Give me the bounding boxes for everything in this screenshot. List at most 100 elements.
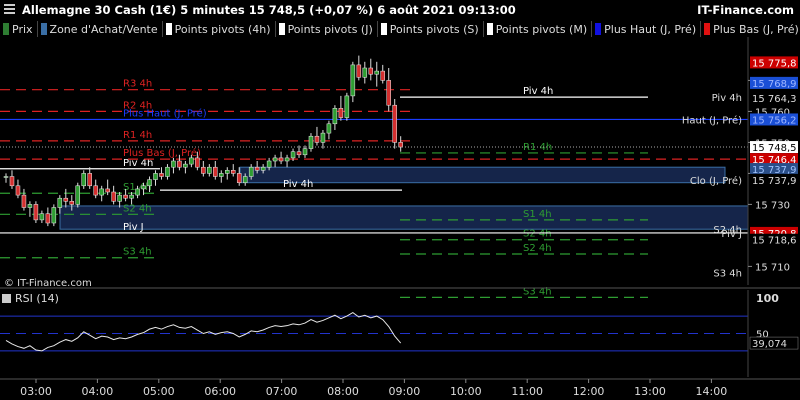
x-tick-label: 13:00 bbox=[634, 385, 666, 398]
candle-body bbox=[189, 157, 194, 165]
price-box-label: 15 718,6 bbox=[752, 236, 797, 247]
candle-body bbox=[129, 194, 134, 199]
candle-body bbox=[93, 185, 98, 196]
rsi-tick-label: 100 bbox=[756, 292, 779, 305]
x-tick-label: 11:00 bbox=[511, 385, 543, 398]
candle-body bbox=[290, 151, 296, 159]
candle-body bbox=[266, 160, 272, 168]
candle-body bbox=[398, 142, 403, 148]
candle-body bbox=[296, 151, 302, 156]
legend-label: Plus Haut (J, Pré) bbox=[604, 22, 697, 36]
legend-item[interactable]: Points pivots (S) bbox=[378, 21, 484, 37]
legend-item[interactable]: Points pivots (M) bbox=[484, 21, 593, 37]
pivot-level-label: S2 4h bbox=[523, 243, 552, 254]
pivot-level-label: S1 4h bbox=[523, 209, 552, 220]
candle-body bbox=[57, 197, 63, 208]
price-box-label: 15 768,9 bbox=[752, 79, 797, 90]
x-tick-label: 04:00 bbox=[82, 385, 114, 398]
price-box-label: 15 756,2 bbox=[752, 115, 797, 126]
legend-item[interactable]: Plus Haut (J, Pré) bbox=[592, 21, 702, 37]
candle-body bbox=[63, 197, 69, 202]
legend-item[interactable]: Points pivots (J) bbox=[276, 21, 378, 37]
candle-body bbox=[9, 176, 15, 187]
pivot-level-label: S3 4h bbox=[123, 247, 152, 258]
candle-body bbox=[213, 166, 218, 177]
x-tick-label: 10:00 bbox=[450, 385, 482, 398]
candle-body bbox=[254, 166, 260, 171]
legend-item[interactable]: Points pivots (4h) bbox=[163, 21, 276, 37]
candle-body bbox=[314, 135, 320, 143]
candle-body bbox=[380, 70, 385, 81]
legend-swatch-icon bbox=[165, 23, 172, 35]
candle-body bbox=[51, 207, 57, 224]
legend-item[interactable]: Zone d'Achat/Vente bbox=[38, 21, 163, 37]
buy-sell-zone bbox=[59, 205, 749, 230]
level-right-label: S3 4h bbox=[713, 269, 742, 280]
candle-body bbox=[15, 185, 21, 196]
candle-body bbox=[338, 108, 344, 118]
pivot-level-label: R3 4h bbox=[123, 79, 152, 90]
candle-body bbox=[111, 191, 116, 202]
candle-body bbox=[147, 179, 152, 187]
candle-body bbox=[87, 173, 92, 187]
brand-name: IT-Finance.com bbox=[697, 3, 794, 17]
candle-body bbox=[135, 188, 140, 196]
pivot-level-label: Piv 4h bbox=[283, 179, 313, 190]
candle-body bbox=[260, 166, 266, 171]
candle-body bbox=[242, 176, 248, 183]
pivot-level-label: Piv 4h bbox=[523, 86, 553, 97]
candle-body bbox=[117, 194, 122, 202]
legend-label: Points pivots (M) bbox=[495, 22, 588, 36]
rsi-panel-label: RSI (14) bbox=[2, 292, 59, 305]
legend-label: Points pivots (4h) bbox=[174, 22, 271, 36]
legend-swatch-icon bbox=[704, 23, 711, 35]
price-chart[interactable]: R3 4hR2 4hR1 4hPiv 4hPiv 4hPiv 4hS1 4hS2… bbox=[0, 37, 800, 400]
candle-body bbox=[386, 80, 391, 106]
candle-body bbox=[326, 123, 332, 134]
candle-body bbox=[225, 170, 230, 174]
level-right-label: Piv 4h bbox=[712, 93, 742, 104]
candle-body bbox=[362, 67, 368, 78]
rsi-value-label: 39,074 bbox=[752, 339, 787, 350]
pivot-level-label: Piv J bbox=[123, 222, 144, 233]
legend-item[interactable]: Plus Bas (J, Pré) bbox=[701, 21, 800, 37]
candle-body bbox=[183, 163, 188, 168]
menu-icon[interactable] bbox=[4, 4, 15, 15]
legend-item[interactable]: Prix bbox=[0, 21, 38, 37]
candle-body bbox=[39, 213, 45, 221]
candle-body bbox=[141, 185, 146, 190]
legend-label: Points pivots (J) bbox=[287, 22, 373, 36]
rsi-label-text: RSI (14) bbox=[15, 292, 59, 305]
pivot-level-label: Plus Haut (J, Pré) bbox=[123, 107, 207, 119]
candle-body bbox=[344, 95, 350, 118]
candle-body bbox=[236, 173, 242, 183]
candle-body bbox=[45, 213, 51, 224]
pivot-level-label: R1 4h bbox=[123, 130, 152, 141]
candle-body bbox=[368, 67, 374, 75]
candle-body bbox=[69, 201, 75, 205]
legend-swatch-icon bbox=[380, 23, 387, 35]
x-tick-label: 14:00 bbox=[696, 385, 728, 398]
level-right-label: S2 4h bbox=[713, 225, 742, 236]
level-right-label: Haut (J, Pré) bbox=[682, 114, 742, 126]
watermark: © IT-Finance.com bbox=[4, 278, 92, 289]
candle-body bbox=[392, 104, 397, 143]
candle-body bbox=[195, 157, 200, 168]
legend-label: Prix bbox=[12, 22, 33, 36]
x-tick-label: 03:00 bbox=[20, 385, 52, 398]
candle-body bbox=[284, 157, 290, 162]
x-tick-label: 09:00 bbox=[389, 385, 421, 398]
candle-body bbox=[33, 204, 39, 221]
legend-label: Points pivots (S) bbox=[389, 22, 479, 36]
candle-body bbox=[207, 166, 212, 174]
x-tick-label: 07:00 bbox=[266, 385, 298, 398]
price-box-label: 15 764,3 bbox=[752, 94, 797, 105]
candle-body bbox=[350, 64, 356, 97]
price-box-label: 15 737,9 bbox=[752, 176, 797, 187]
candle-body bbox=[105, 188, 110, 193]
candle-body bbox=[248, 166, 254, 177]
legend-swatch-icon bbox=[278, 23, 285, 35]
candle-body bbox=[153, 173, 158, 180]
pivot-level-label: S2 4h bbox=[523, 229, 552, 240]
candle-body bbox=[278, 157, 284, 162]
